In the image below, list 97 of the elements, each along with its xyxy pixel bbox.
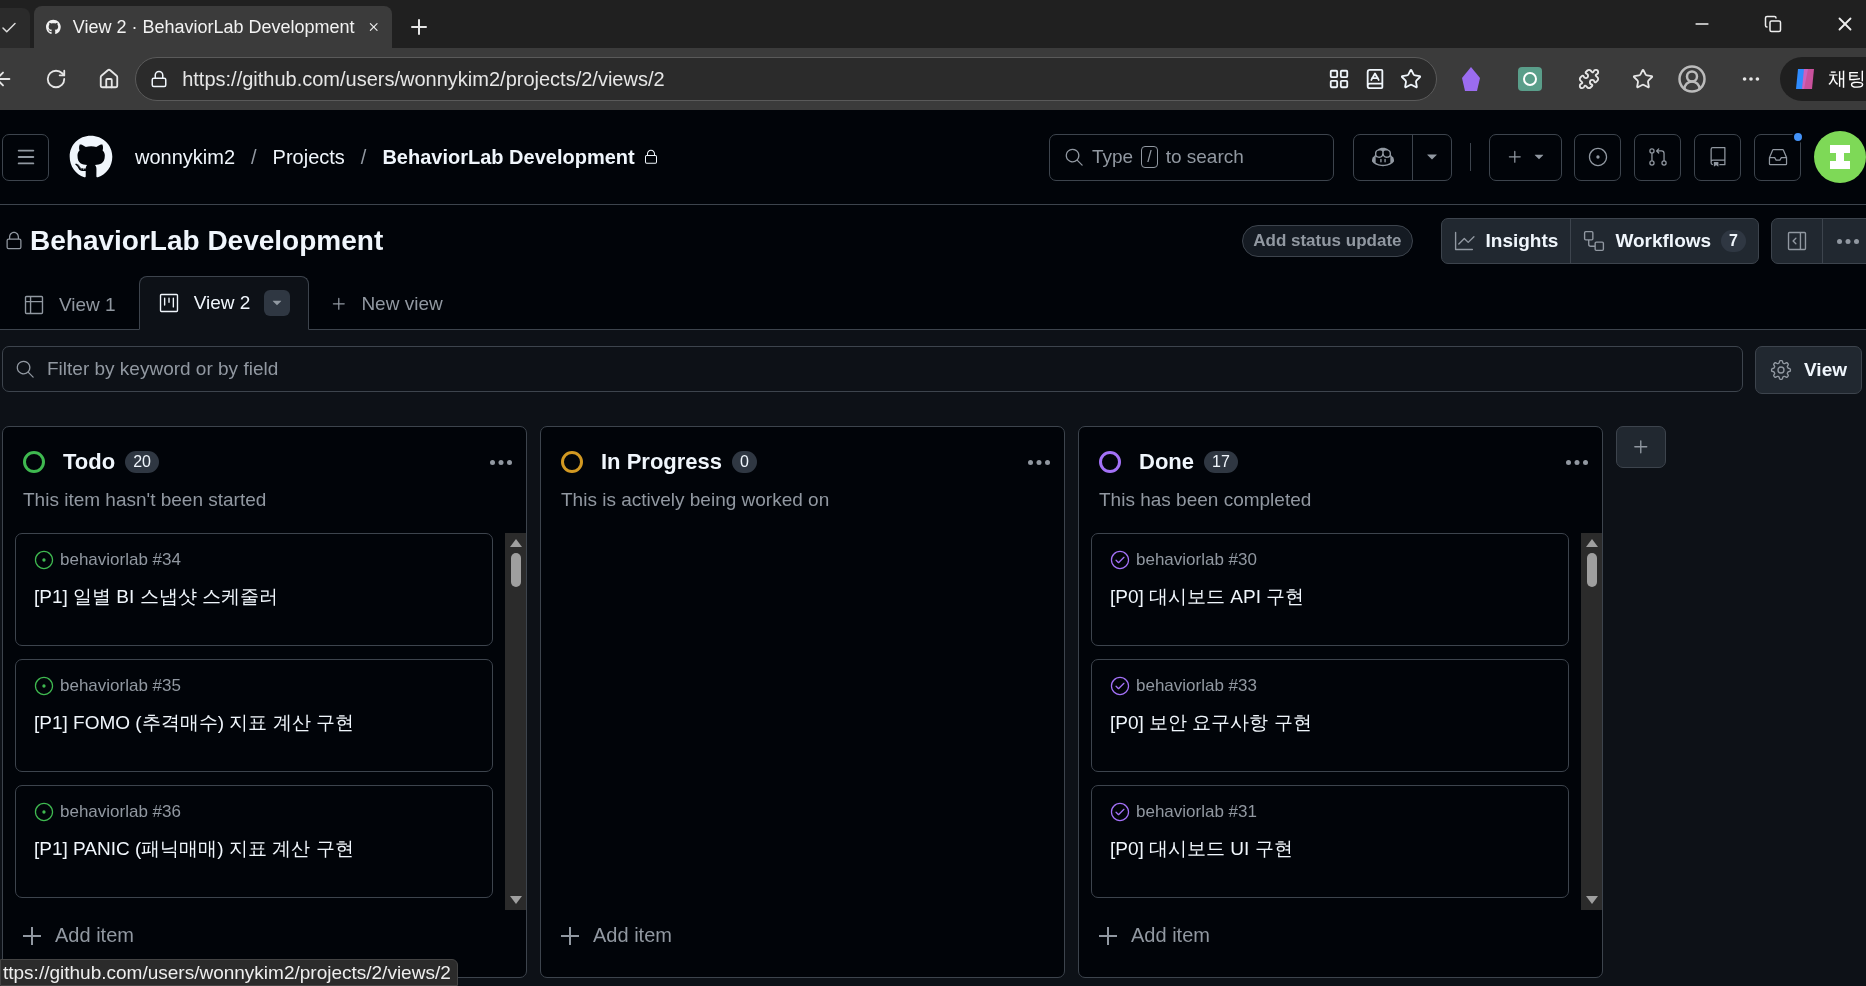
plus-icon xyxy=(561,926,579,945)
lock-icon xyxy=(642,149,659,165)
issue-icon xyxy=(1587,147,1608,167)
search-placeholder: Type xyxy=(1092,146,1134,168)
issue-title[interactable]: [P0] 보안 요구사항 구현 xyxy=(1110,710,1550,736)
search-icon xyxy=(15,359,35,379)
add-item-button[interactable]: Add item xyxy=(553,922,680,949)
issue-reference: behaviorlab #34 xyxy=(60,550,181,570)
view-options-button[interactable] xyxy=(264,290,291,316)
issue-card[interactable]: behaviorlab #35 [P1] FOMO (추격매수) 지표 계산 구현 xyxy=(15,659,493,772)
issue-title[interactable]: [P0] 대시보드 UI 구현 xyxy=(1110,836,1550,862)
tab-title: View 2 · BehaviorLab Development xyxy=(72,16,355,38)
repositories-button[interactable] xyxy=(1694,133,1741,181)
scrollbar[interactable] xyxy=(505,533,526,910)
inbox-button[interactable] xyxy=(1754,133,1801,181)
add-status-update-button[interactable]: Add status update xyxy=(1242,225,1413,257)
issue-title[interactable]: [P1] PANIC (패닉매매) 지표 계산 구현 xyxy=(34,836,474,862)
view-tab[interactable]: View 1 xyxy=(0,280,139,330)
column-name: Todo xyxy=(63,449,116,475)
restore-icon[interactable] xyxy=(1764,15,1782,33)
more-icon xyxy=(1837,238,1859,244)
extension-icon[interactable] xyxy=(1518,67,1543,91)
new-view-button[interactable]: New view xyxy=(309,279,463,329)
app-grid-icon[interactable] xyxy=(1328,68,1351,90)
plus-icon xyxy=(23,926,41,945)
issue-card[interactable]: behaviorlab #31 [P0] 대시보드 UI 구현 xyxy=(1091,785,1569,898)
project-title: BehaviorLab Development xyxy=(30,225,384,257)
github-logo-icon[interactable] xyxy=(69,135,113,179)
breadcrumb-separator: / xyxy=(360,145,367,169)
column-count: 17 xyxy=(1204,451,1238,473)
column-name: Done xyxy=(1139,449,1194,475)
browser-tab[interactable]: View 2 · BehaviorLab Development xyxy=(34,6,392,48)
pull-request-icon xyxy=(1647,147,1668,167)
scrollbar[interactable] xyxy=(1581,533,1602,910)
shortcut-key: / xyxy=(1141,146,1158,168)
menu-button[interactable] xyxy=(2,133,49,181)
issue-reference: behaviorlab #30 xyxy=(1136,550,1257,570)
more-icon[interactable] xyxy=(1028,459,1050,465)
issue-card[interactable]: behaviorlab #36 [P1] PANIC (패닉매매) 지표 계산 구현 xyxy=(15,785,493,898)
url-text: https://github.com/users/wonnykim2/projects/2/views/2 xyxy=(182,67,666,91)
issue-title[interactable]: [P1] FOMO (추격매수) 지표 계산 구현 xyxy=(34,710,474,736)
lock-icon xyxy=(4,231,24,251)
more-icon[interactable] xyxy=(490,459,512,465)
column-description: This item hasn't been started xyxy=(22,488,268,511)
search-placeholder: to search xyxy=(1165,146,1244,168)
filter-placeholder: Filter by keyword or by field xyxy=(47,358,279,380)
workflows-button[interactable]: Workflows 7 xyxy=(1570,219,1758,263)
issue-reference: behaviorlab #36 xyxy=(60,802,181,822)
avatar[interactable] xyxy=(1814,131,1866,183)
side-panel-icon xyxy=(1786,230,1808,252)
inbox-icon xyxy=(1767,147,1788,167)
graph-icon xyxy=(1453,230,1476,252)
search-icon xyxy=(1064,147,1084,167)
view-tab[interactable]: View 2 xyxy=(138,276,310,330)
issue-title[interactable]: [P1] 일별 BI 스냅샷 스케줄러 xyxy=(34,584,474,610)
column-name: In Progress xyxy=(601,449,723,475)
workflow-icon xyxy=(1583,230,1606,252)
reload-icon[interactable] xyxy=(44,68,67,90)
link-preview-tooltip: ttps://github.com/users/wonnykim2/projects/2/views/2 xyxy=(0,959,458,986)
profile-icon[interactable] xyxy=(1676,64,1707,94)
home-icon[interactable] xyxy=(97,68,120,90)
browser-tab[interactable] xyxy=(0,8,30,48)
view-settings-button[interactable]: View xyxy=(1755,346,1862,394)
favorite-star-icon[interactable] xyxy=(1400,68,1423,90)
issue-reference: behaviorlab #33 xyxy=(1136,676,1257,696)
column-count: 0 xyxy=(732,451,757,473)
column-description: This is actively being worked on xyxy=(560,488,831,511)
insights-button[interactable]: Insights xyxy=(1441,219,1571,263)
issues-button[interactable] xyxy=(1574,133,1621,181)
issue-reference: behaviorlab #35 xyxy=(60,676,181,696)
breadcrumb-link[interactable]: wonnykim2 xyxy=(135,145,236,169)
lock-icon xyxy=(150,70,169,88)
address-bar[interactable]: https://github.com/users/wonnykim2/projects/2/views/2 xyxy=(135,57,1438,101)
more-icon[interactable] xyxy=(1566,459,1588,465)
favorites-icon[interactable] xyxy=(1631,68,1654,90)
table-icon xyxy=(23,294,45,316)
column-description: This has been completed xyxy=(1098,488,1313,511)
settings-icon xyxy=(1770,359,1793,381)
column-count: 20 xyxy=(125,451,159,473)
extensions-icon[interactable] xyxy=(1578,68,1600,90)
issue-card[interactable]: behaviorlab #34 [P1] 일별 BI 스냅샷 스케줄러 xyxy=(15,533,493,646)
board-icon xyxy=(157,292,180,314)
search-field[interactable]: Type / to search xyxy=(1049,133,1334,181)
breadcrumb-link[interactable]: BehaviorLab Development xyxy=(382,145,635,169)
breadcrumb-separator: / xyxy=(251,145,257,169)
workflows-count: 7 xyxy=(1721,230,1746,252)
copilot-chat-button[interactable]: 채팅 xyxy=(1780,57,1866,101)
issue-card[interactable]: behaviorlab #30 [P0] 대시보드 API 구현 xyxy=(1091,533,1569,646)
breadcrumb-link[interactable]: Projects xyxy=(272,145,345,169)
issue-title[interactable]: [P0] 대시보드 API 구현 xyxy=(1110,584,1550,610)
plus-icon xyxy=(1099,926,1117,945)
pull-requests-button[interactable] xyxy=(1634,133,1681,181)
issue-card[interactable]: behaviorlab #33 [P0] 보안 요구사항 구현 xyxy=(1091,659,1569,772)
issue-reference: behaviorlab #31 xyxy=(1136,802,1257,822)
add-item-button[interactable]: Add item xyxy=(1091,922,1218,949)
add-item-button[interactable]: Add item xyxy=(15,922,142,949)
filter-field[interactable]: Filter by keyword or by field xyxy=(2,346,1744,392)
